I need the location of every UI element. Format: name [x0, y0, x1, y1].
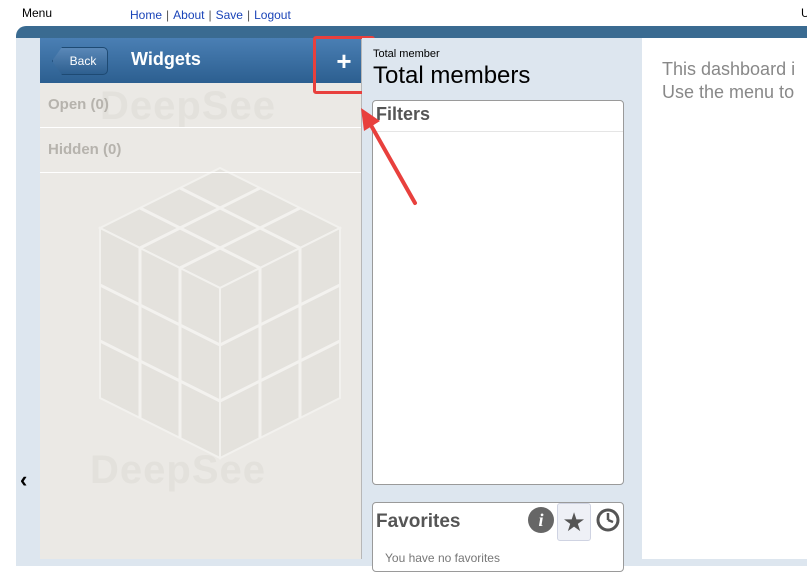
filters-title: Filters	[373, 101, 623, 132]
widgets-header: Back Widgets +	[40, 38, 361, 83]
small-title: Total member	[373, 48, 440, 60]
hidden-widgets-row[interactable]: Hidden (0)	[40, 128, 361, 173]
panel-title: Widgets	[131, 49, 201, 69]
about-link[interactable]: About	[173, 8, 204, 22]
favorites-empty-text: You have no favorites	[385, 551, 500, 565]
top-bar: Menu Home | About | Save | Logout U	[0, 0, 807, 26]
nav-separator: |	[208, 8, 212, 22]
nav-separator: |	[246, 8, 251, 22]
back-button[interactable]: Back	[52, 47, 108, 75]
page-title: Total members	[373, 62, 531, 89]
menu-label[interactable]: Menu	[22, 6, 52, 20]
favorites-title: Favorites	[376, 511, 461, 532]
add-widget-button[interactable]: +	[334, 48, 354, 74]
logout-link[interactable]: Logout	[254, 8, 291, 22]
dashboard-info-line: Use the menu to	[662, 82, 795, 102]
open-widgets-row[interactable]: Open (0)	[40, 83, 361, 128]
nav-separator: |	[166, 8, 170, 22]
corner-text: U	[801, 6, 807, 20]
home-link[interactable]: Home	[130, 8, 162, 22]
favorites-box: Favorites i ★ You have no favorites	[372, 502, 624, 572]
info-icon[interactable]: i	[528, 507, 554, 533]
watermark-text: DeepSee	[90, 448, 266, 492]
widgets-panel: DeepSee DeepSee Back Widgets + Open (0) …	[40, 38, 362, 559]
star-icon[interactable]: ★	[557, 503, 591, 541]
filters-box: Filters	[372, 100, 624, 485]
dashboard-info-line: This dashboard i	[662, 59, 796, 79]
top-nav: Home | About | Save | Logout	[130, 8, 291, 22]
chevron-left-icon[interactable]: ‹	[20, 469, 27, 491]
right-panel	[642, 38, 807, 559]
save-link[interactable]: Save	[216, 8, 243, 22]
clock-icon[interactable]	[595, 507, 621, 533]
